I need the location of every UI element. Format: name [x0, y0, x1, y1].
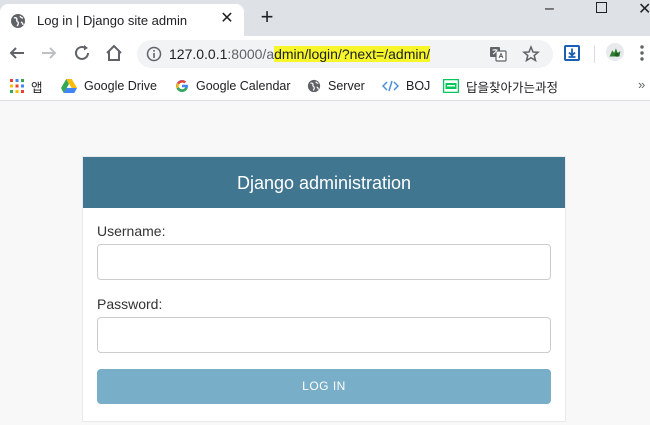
bookmark-label: 앱: [31, 80, 43, 95]
password-input[interactable]: [97, 317, 551, 353]
info-icon[interactable]: [146, 46, 162, 62]
login-button[interactable]: LOG IN: [97, 369, 551, 404]
bookmark-boj[interactable]: BOJ: [382, 78, 430, 94]
bookmarks-bar: 앱 Google Drive Google Calendar Server BO…: [0, 71, 650, 101]
new-tab-button[interactable]: +: [257, 6, 277, 28]
url-host: 127.0.0.1: [169, 46, 228, 62]
profile-avatar-icon[interactable]: [606, 43, 624, 61]
globe-icon: [307, 79, 321, 93]
home-icon[interactable]: [103, 42, 125, 64]
login-header: Django administration: [83, 157, 565, 208]
minimize-button[interactable]: –: [545, 0, 554, 18]
blog-icon: [443, 79, 459, 93]
site-title: Django administration: [236, 173, 412, 193]
username-label: Username:: [97, 223, 166, 239]
bookmark-label: Google Drive: [84, 79, 157, 93]
bookmark-label: 답을찾아가는과정: [466, 80, 559, 95]
bookmarks-overflow-button[interactable]: »: [638, 77, 645, 92]
bookmark-label: BOJ: [406, 79, 431, 93]
tab-title: Log in | Django site admin: [37, 13, 188, 28]
google-drive-icon: [61, 79, 77, 93]
menu-kebab-icon[interactable]: [640, 44, 644, 62]
address-bar[interactable]: 127.0.0.1:8000/admin/login/?next=/admin/: [137, 40, 553, 68]
browser-chrome: Log in | Django site admin ✕ + – ✕ 127.0…: [0, 0, 650, 104]
bookmark-apps[interactable]: 앱: [10, 78, 43, 95]
bookmark-blog[interactable]: 답을찾아가는과정: [443, 78, 559, 95]
bookmark-star-icon[interactable]: [522, 45, 540, 63]
forward-arrow-icon[interactable]: [38, 42, 60, 64]
toolbar-divider: [594, 45, 595, 63]
password-label: Password:: [97, 296, 163, 312]
browser-toolbar: 127.0.0.1:8000/admin/login/?next=/admin/: [0, 36, 650, 71]
username-input[interactable]: [97, 244, 551, 280]
bookmark-google-drive[interactable]: Google Drive: [61, 78, 157, 94]
tab-close-icon[interactable]: ✕: [219, 11, 235, 27]
bookmark-server[interactable]: Server: [307, 78, 365, 94]
close-window-button[interactable]: ✕: [638, 0, 650, 19]
bookmark-label: Google Calendar: [196, 79, 291, 93]
tab-strip: Log in | Django site admin ✕ + – ✕: [0, 0, 650, 36]
globe-icon: [11, 14, 25, 28]
back-arrow-icon[interactable]: [6, 42, 28, 64]
url-highlighted-path: dmin/login/?next=/admin/: [274, 46, 431, 62]
bookmark-google-calendar[interactable]: Google Calendar: [175, 78, 291, 94]
url-port-path: :8000/a: [227, 46, 275, 62]
url-text[interactable]: 127.0.0.1:8000/admin/login/?next=/admin/: [169, 46, 431, 62]
bookmark-label: Server: [328, 79, 365, 93]
google-g-icon: [176, 79, 188, 92]
login-form: Django administration Username: Password…: [82, 156, 566, 422]
maximize-button[interactable]: [596, 2, 607, 13]
active-tab[interactable]: Log in | Django site admin ✕: [0, 4, 244, 36]
code-brackets-icon: [382, 80, 399, 92]
download-extension-icon[interactable]: [563, 44, 581, 62]
apps-grid-icon: [10, 79, 24, 93]
reload-icon[interactable]: [71, 42, 93, 64]
translate-icon[interactable]: [489, 45, 507, 63]
